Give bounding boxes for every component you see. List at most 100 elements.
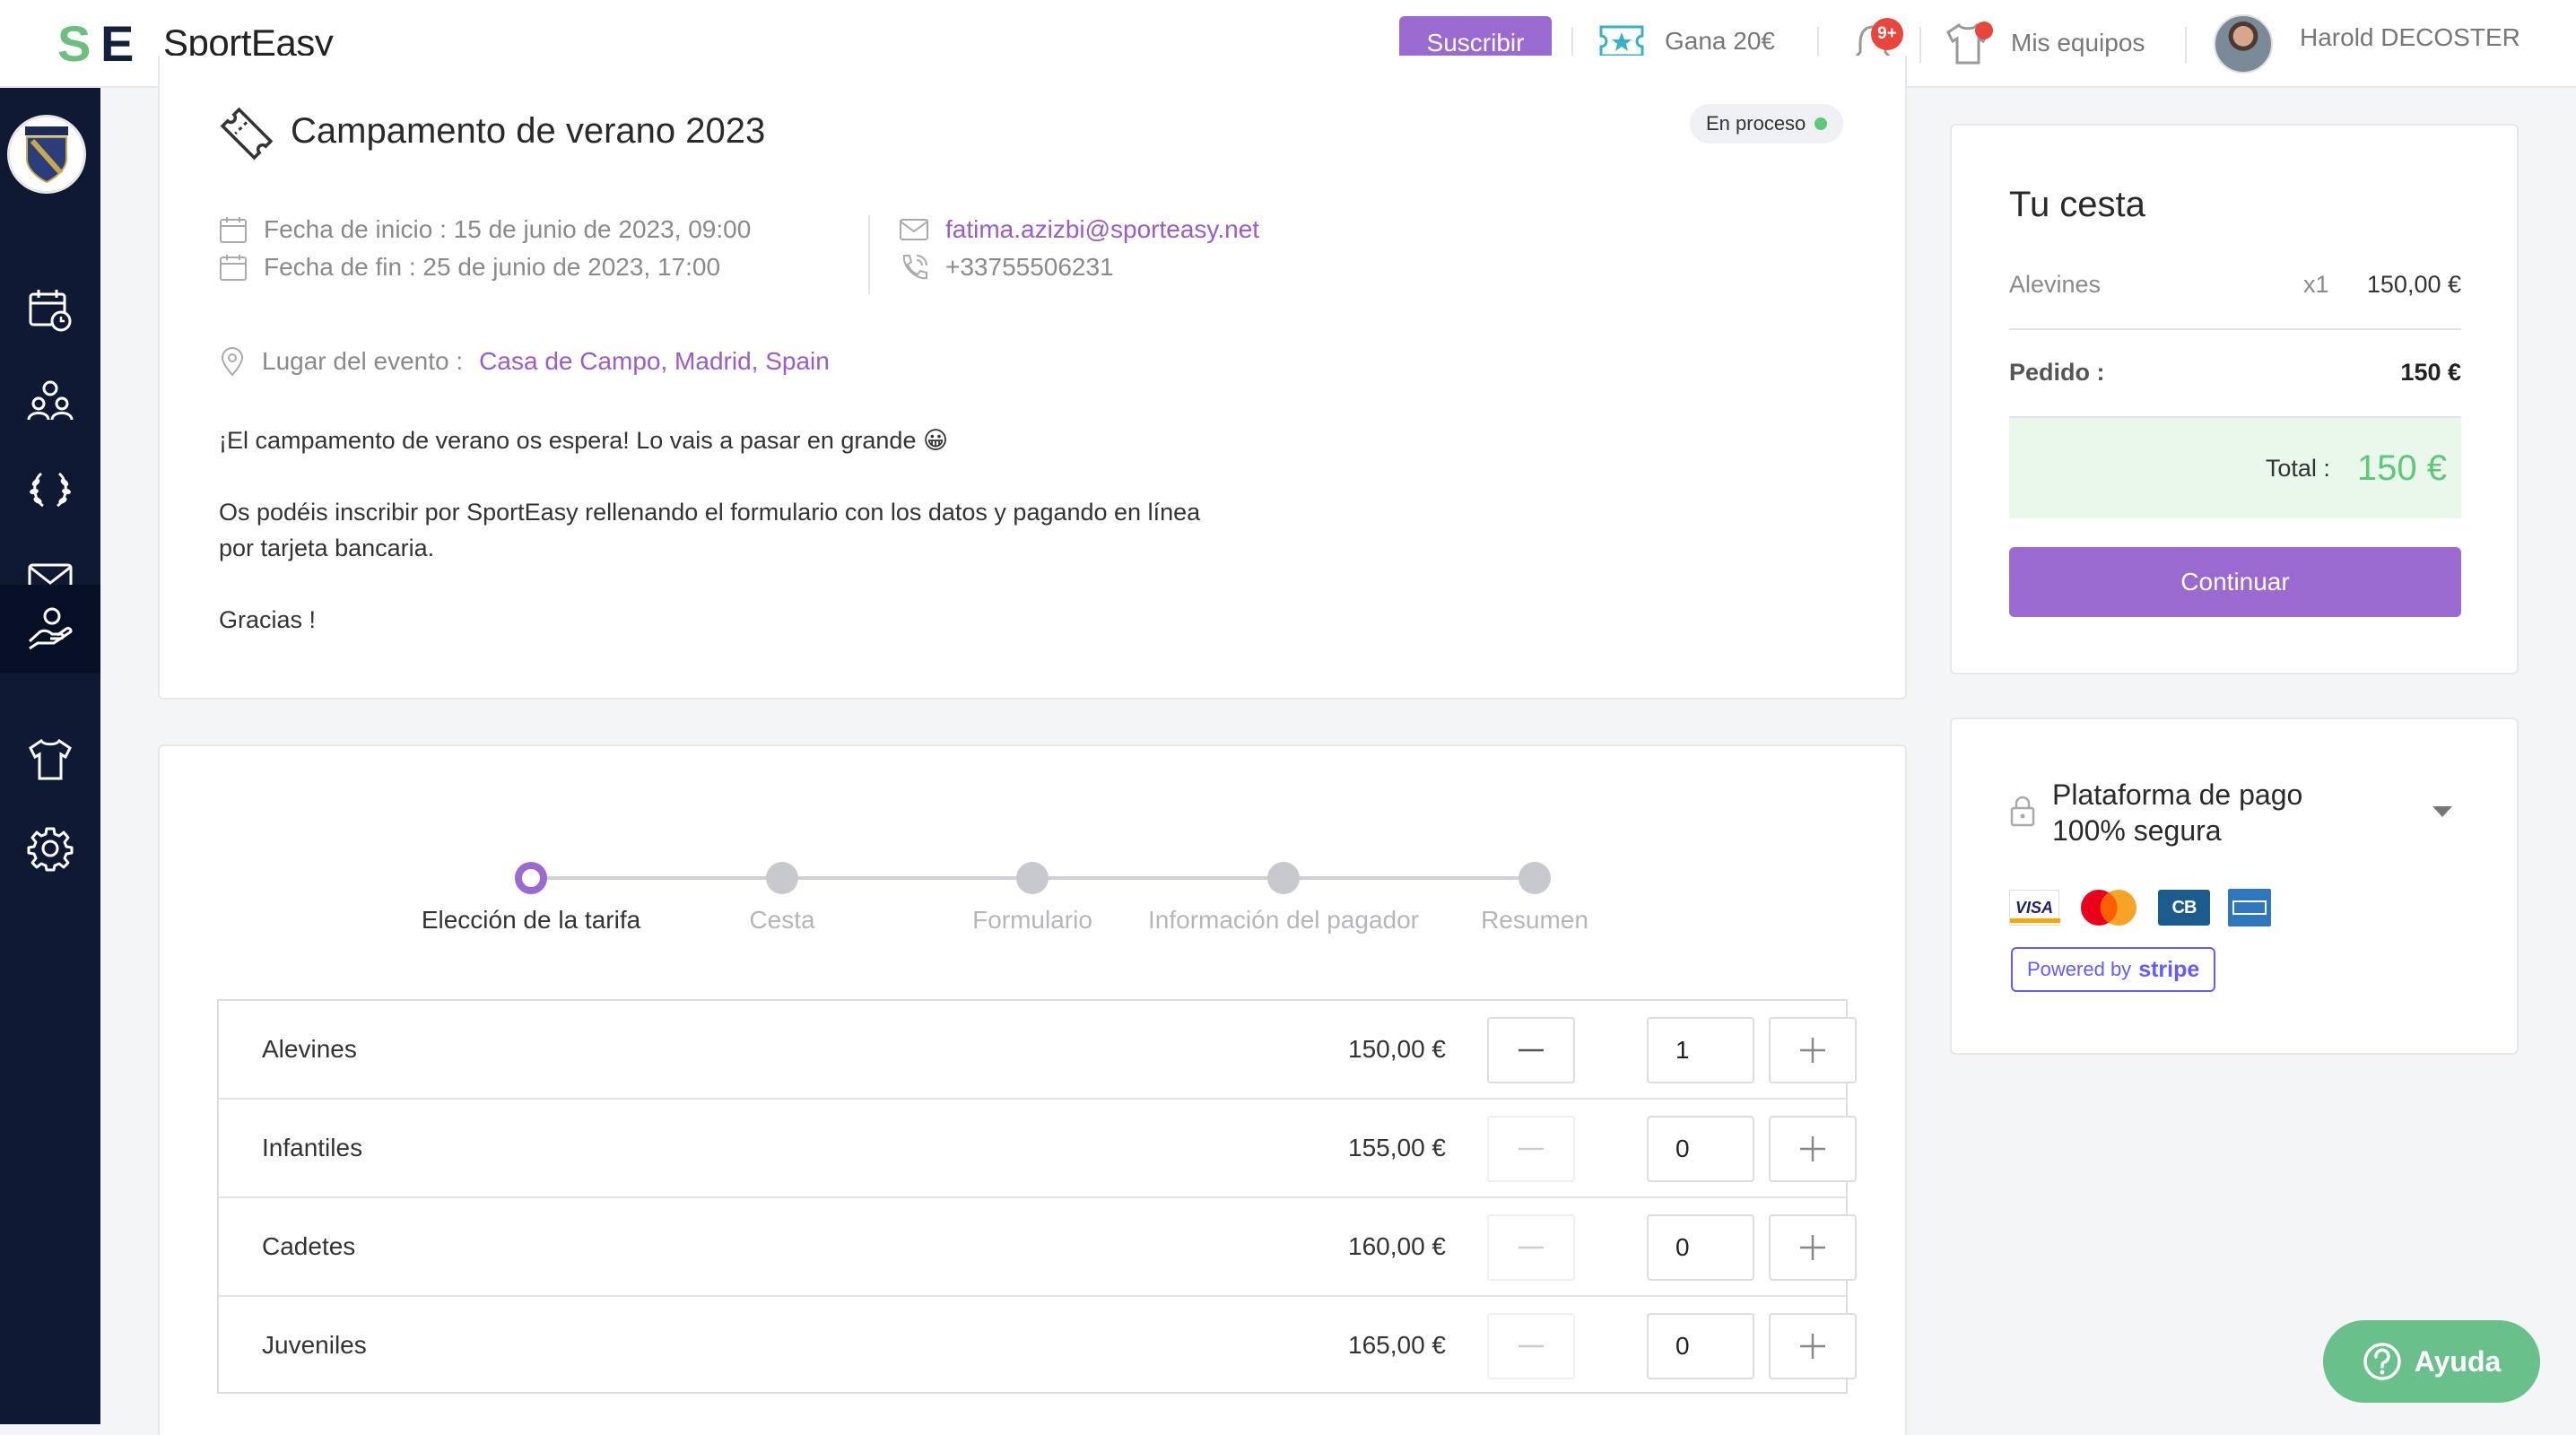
rate-name: Juveniles (262, 1331, 367, 1359)
step-label: Información del pagador (1148, 906, 1419, 934)
hand-coin-icon (28, 607, 73, 650)
cb-card-label: CB (2171, 897, 2197, 918)
increase-button[interactable] (1769, 1116, 1857, 1182)
rate-price: 150,00 € (1348, 1035, 1446, 1063)
order-label: Pedido : (2009, 359, 2105, 386)
svg-text:E: E (100, 20, 134, 66)
step-label: Resumen (1481, 906, 1588, 934)
amex-card-icon (2228, 889, 2271, 926)
quantity-input[interactable]: 0 (1647, 1116, 1754, 1182)
contact-phone: +33755506231 (899, 253, 1114, 282)
total-value: 150 € (2356, 448, 2447, 488)
end-date: Fecha de fin : 25 de junio de 2023, 17:0… (219, 253, 720, 282)
contact-email[interactable]: fatima.azizbi@sporteasy.net (899, 215, 1259, 244)
team-members-icon (27, 380, 74, 421)
order-value: 150 € (2400, 359, 2461, 386)
calendar-clock-icon (29, 290, 72, 332)
divider (1919, 27, 1921, 63)
start-date: Fecha de inicio : 15 de junio de 2023, 0… (219, 215, 751, 244)
secure-title-line: 100% segura (2052, 814, 2222, 847)
powered-by-stripe-badge[interactable]: Powered by stripe (2011, 947, 2216, 992)
club-crest-icon (25, 126, 68, 184)
my-teams-label: Mis equipos (2011, 29, 2145, 57)
basket-title: Tu cesta (2009, 185, 2145, 224)
sidebar-item-members[interactable] (0, 357, 100, 443)
basket-item: Alevines x1 150,00 € (2009, 271, 2461, 299)
question-circle-icon (2363, 1343, 2401, 1380)
sidebar-item-calendar[interactable] (0, 267, 100, 353)
quantity-input[interactable]: 0 (1647, 1313, 1754, 1379)
table-row: Juveniles 165,00 € 0 (219, 1297, 1857, 1396)
email-link[interactable]: fatima.azizbi@sporteasy.net (945, 215, 1259, 244)
decrease-button[interactable] (1487, 1116, 1575, 1182)
svg-text:S: S (57, 20, 91, 66)
rate-selection-card: Elección de la tarifa Cesta Formulario I… (158, 744, 1907, 1435)
divider (868, 215, 870, 294)
continue-button[interactable]: Continuar (2009, 547, 2461, 617)
description-line: ¡El campamento de verano os espera! Lo v… (219, 427, 949, 454)
sidebar-item-payments[interactable] (0, 585, 100, 673)
chevron-down-icon[interactable] (2431, 804, 2454, 820)
visa-card-icon: VISA (2009, 890, 2060, 926)
quantity-input[interactable]: 0 (1647, 1214, 1754, 1281)
basket-item-price: 150,00 € (2366, 271, 2461, 298)
logo-mark-icon: S E (57, 20, 149, 66)
decrease-button[interactable] (1487, 1313, 1575, 1379)
description-line: Os podéis inscribir por SportEasy rellen… (219, 499, 1201, 526)
location-label: Lugar del evento : (262, 347, 464, 375)
help-label: Ayuda (2414, 1344, 2502, 1378)
table-row: Cadetes 160,00 € 0 (219, 1198, 1857, 1297)
quantity-input[interactable]: 1 (1647, 1017, 1754, 1083)
step-label: Cesta (749, 906, 815, 934)
rate-price: 160,00 € (1348, 1232, 1446, 1260)
minus-icon (1519, 1246, 1544, 1249)
visa-card-label: VISA (2015, 898, 2053, 917)
decrease-button[interactable] (1487, 1017, 1575, 1083)
rate-price: 165,00 € (1348, 1331, 1446, 1359)
rate-price: 155,00 € (1348, 1134, 1446, 1161)
ticket-icon (220, 107, 274, 161)
increase-button[interactable] (1769, 1214, 1857, 1281)
rate-name: Infantiles (262, 1134, 363, 1161)
table-row: Infantiles 155,00 € 0 (219, 1100, 1857, 1198)
decrease-button[interactable] (1487, 1214, 1575, 1281)
divider (2185, 27, 2187, 63)
my-teams-link[interactable]: Mis equipos (1945, 20, 2145, 66)
basket-item-name: Alevines (2009, 271, 2102, 298)
description-line: Gracias ! (219, 606, 317, 633)
minus-icon (1519, 1344, 1544, 1348)
sidebar-item-equipment[interactable] (0, 716, 100, 802)
earn-link[interactable]: Gana 20€ (1598, 23, 1775, 59)
help-button[interactable]: Ayuda (2323, 1320, 2540, 1403)
sidebar-item-competitions[interactable] (0, 447, 100, 533)
status-dot (1815, 117, 1828, 130)
user-menu[interactable]: Harold DECOSTER (2300, 23, 2520, 52)
rates-table: Alevines 150,00 € 1 Infantiles 155,00 € … (217, 999, 1857, 1396)
club-crest[interactable] (7, 115, 86, 194)
phone-text: +33755506231 (945, 253, 1114, 281)
start-date-text: Fecha de inicio : 15 de junio de 2023, 0… (264, 215, 752, 243)
secure-payment-card[interactable]: Plataforma de pago 100% segura VISA CB P… (1950, 718, 2519, 1055)
event-details-card: Campamento de verano 2023 En proceso Fec… (158, 56, 1907, 700)
plus-icon (1800, 1136, 1825, 1161)
accepted-cards: VISA CB (2009, 888, 2271, 927)
step-label: Elección de la tarifa (421, 906, 641, 934)
step-dot-active (515, 862, 547, 894)
earn-label: Gana 20€ (1665, 27, 1775, 55)
plus-icon (1800, 1038, 1825, 1063)
end-date-text: Fecha de fin : 25 de junio de 2023, 17:0… (264, 253, 721, 281)
step-dot (1267, 862, 1300, 894)
powered-by-label: Powered by (2027, 958, 2132, 980)
location-link[interactable]: Casa de Campo, Madrid, Spain (479, 347, 830, 376)
calendar-icon (220, 255, 247, 281)
sidebar-item-settings[interactable] (0, 805, 100, 891)
status-label: En proceso (1706, 112, 1806, 135)
rate-name: Cadetes (262, 1232, 356, 1260)
user-avatar[interactable] (2214, 14, 2273, 74)
rate-name: Alevines (262, 1035, 357, 1063)
event-title: Campamento de verano 2023 (291, 111, 766, 151)
mastercard-icon (2081, 890, 2137, 926)
increase-button[interactable] (1769, 1017, 1857, 1083)
plus-icon (1800, 1235, 1825, 1260)
increase-button[interactable] (1769, 1313, 1857, 1379)
